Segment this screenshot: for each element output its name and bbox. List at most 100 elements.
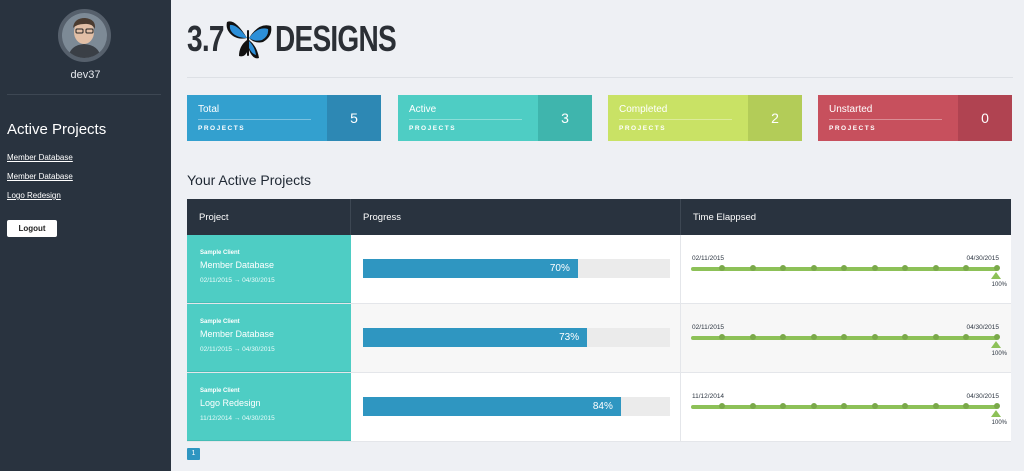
progress-cell: 73% bbox=[351, 304, 681, 372]
logo[interactable]: 3.7 DESIGNS bbox=[187, 14, 397, 64]
project-cell[interactable]: Sample Client Member Database 02/11/2015… bbox=[187, 304, 351, 372]
timeline-dot bbox=[810, 265, 817, 271]
timeline-dot bbox=[932, 265, 939, 271]
time-elapsed-cell: 02/11/2015 04/30/2015 100% bbox=[681, 235, 1011, 303]
table-row[interactable]: Sample Client Member Database 02/11/2015… bbox=[187, 304, 1011, 373]
timeline-dot bbox=[993, 403, 1000, 409]
logo-number: 3.7 bbox=[187, 18, 224, 59]
logo-word: DESIGNS bbox=[275, 18, 397, 59]
timeline-marker-icon bbox=[991, 410, 1001, 417]
stat-divider bbox=[409, 119, 522, 120]
timeline-bar bbox=[691, 334, 1000, 340]
timeline-dot bbox=[780, 403, 786, 409]
pagination-page-button[interactable]: 1 bbox=[187, 448, 200, 460]
stat-subtitle: PROJECTS bbox=[409, 125, 457, 132]
timeline-dot bbox=[993, 334, 1000, 340]
project-cell[interactable]: Sample Client Member Database 02/11/2015… bbox=[187, 235, 351, 303]
stat-title: Unstarted bbox=[829, 104, 873, 115]
timeline-dot bbox=[749, 334, 756, 340]
project-client: Sample Client bbox=[200, 388, 240, 394]
sidebar-divider bbox=[7, 94, 161, 95]
timeline-dot bbox=[871, 265, 878, 271]
timeline-dot bbox=[810, 403, 817, 409]
stat-value: 2 bbox=[748, 95, 802, 141]
stat-divider bbox=[198, 119, 311, 120]
end-date: 04/30/2015 bbox=[966, 393, 999, 400]
stat-card-total[interactable]: Total PROJECTS 5 bbox=[187, 95, 381, 141]
stat-card-active[interactable]: Active PROJECTS 3 bbox=[398, 95, 592, 141]
timeline-dot bbox=[749, 403, 756, 409]
progress-bar: 84% bbox=[363, 397, 670, 416]
stat-divider bbox=[619, 119, 732, 120]
timeline-dot bbox=[932, 334, 939, 340]
project-name: Logo Redesign bbox=[200, 398, 261, 408]
table-row[interactable]: Sample Client Member Database 02/11/2015… bbox=[187, 235, 1011, 304]
table-row[interactable]: Sample Client Logo Redesign 11/12/2014 →… bbox=[187, 373, 1011, 442]
stat-value: 0 bbox=[958, 95, 1012, 141]
timeline-bar bbox=[691, 265, 1000, 271]
sidebar-link-member-database-2[interactable]: Member Database bbox=[7, 172, 73, 181]
column-header-progress[interactable]: Progress bbox=[351, 199, 681, 235]
table-header: Project Progress Time Elappsed bbox=[187, 199, 1011, 235]
time-elapsed-cell: 02/11/2015 04/30/2015 100% bbox=[681, 304, 1011, 372]
timeline-dot bbox=[719, 403, 725, 409]
stat-divider bbox=[829, 119, 942, 120]
project-name: Member Database bbox=[200, 260, 275, 270]
project-client: Sample Client bbox=[200, 250, 240, 256]
stat-subtitle: PROJECTS bbox=[198, 125, 246, 132]
timeline-dot bbox=[993, 265, 1000, 271]
username: dev37 bbox=[70, 69, 101, 81]
section-title: Your Active Projects bbox=[187, 172, 311, 188]
avatar-photo bbox=[62, 13, 107, 58]
project-dates: 02/11/2015 → 04/30/2015 bbox=[200, 346, 275, 353]
progress-bar: 73% bbox=[363, 328, 670, 347]
stat-card-completed[interactable]: Completed PROJECTS 2 bbox=[608, 95, 802, 141]
progress-cell: 70% bbox=[351, 235, 681, 303]
timeline-dot bbox=[841, 334, 847, 340]
progress-label: 70% bbox=[549, 263, 570, 274]
timeline-dot bbox=[902, 265, 908, 271]
timeline-dot bbox=[963, 334, 969, 340]
start-date: 02/11/2015 bbox=[692, 255, 725, 262]
start-date: 11/12/2014 bbox=[692, 393, 725, 400]
avatar[interactable] bbox=[58, 9, 111, 62]
stat-subtitle: PROJECTS bbox=[829, 125, 877, 132]
project-dates: 11/12/2014 → 04/30/2015 bbox=[200, 415, 275, 422]
timeline-marker-icon bbox=[991, 272, 1001, 279]
column-header-project[interactable]: Project bbox=[187, 199, 351, 235]
timeline-dot bbox=[902, 334, 908, 340]
stat-value: 5 bbox=[327, 95, 381, 141]
logout-button[interactable]: Logout bbox=[7, 220, 57, 237]
timeline-dot bbox=[810, 334, 817, 340]
projects-table: Project Progress Time Elappsed Sample Cl… bbox=[187, 199, 1011, 442]
stat-card-body: Completed PROJECTS bbox=[608, 95, 748, 141]
stat-title: Total bbox=[198, 104, 220, 115]
timeline-dot bbox=[719, 334, 725, 340]
sidebar-link-logo-redesign[interactable]: Logo Redesign bbox=[7, 191, 61, 200]
stat-title: Active bbox=[409, 104, 437, 115]
timeline-dot bbox=[841, 403, 847, 409]
stat-value: 3 bbox=[538, 95, 592, 141]
project-cell[interactable]: Sample Client Logo Redesign 11/12/2014 →… bbox=[187, 373, 351, 441]
sidebar-heading: Active Projects bbox=[7, 121, 107, 138]
column-header-time-elapsed[interactable]: Time Elappsed bbox=[681, 199, 1011, 235]
elapsed-percent: 100% bbox=[991, 420, 1007, 426]
stat-title: Completed bbox=[619, 104, 668, 115]
timeline-dot bbox=[841, 265, 847, 271]
timeline-dot bbox=[871, 334, 878, 340]
project-dates: 02/11/2015 → 04/30/2015 bbox=[200, 277, 275, 284]
stat-card-body: Active PROJECTS bbox=[398, 95, 538, 141]
start-date: 02/11/2015 bbox=[692, 324, 725, 331]
timeline-dot bbox=[963, 403, 969, 409]
elapsed-percent: 100% bbox=[991, 351, 1007, 357]
stat-card-unstarted[interactable]: Unstarted PROJECTS 0 bbox=[818, 95, 1012, 141]
timeline-dot bbox=[871, 403, 878, 409]
sidebar-link-member-database-1[interactable]: Member Database bbox=[7, 153, 73, 162]
stat-card-body: Unstarted PROJECTS bbox=[818, 95, 958, 141]
timeline-dot bbox=[902, 403, 908, 409]
timeline-dot bbox=[780, 265, 786, 271]
stat-subtitle: PROJECTS bbox=[619, 125, 667, 132]
timeline-bar bbox=[691, 403, 1000, 409]
timeline-dot bbox=[749, 265, 756, 271]
timeline-dot bbox=[963, 265, 969, 271]
